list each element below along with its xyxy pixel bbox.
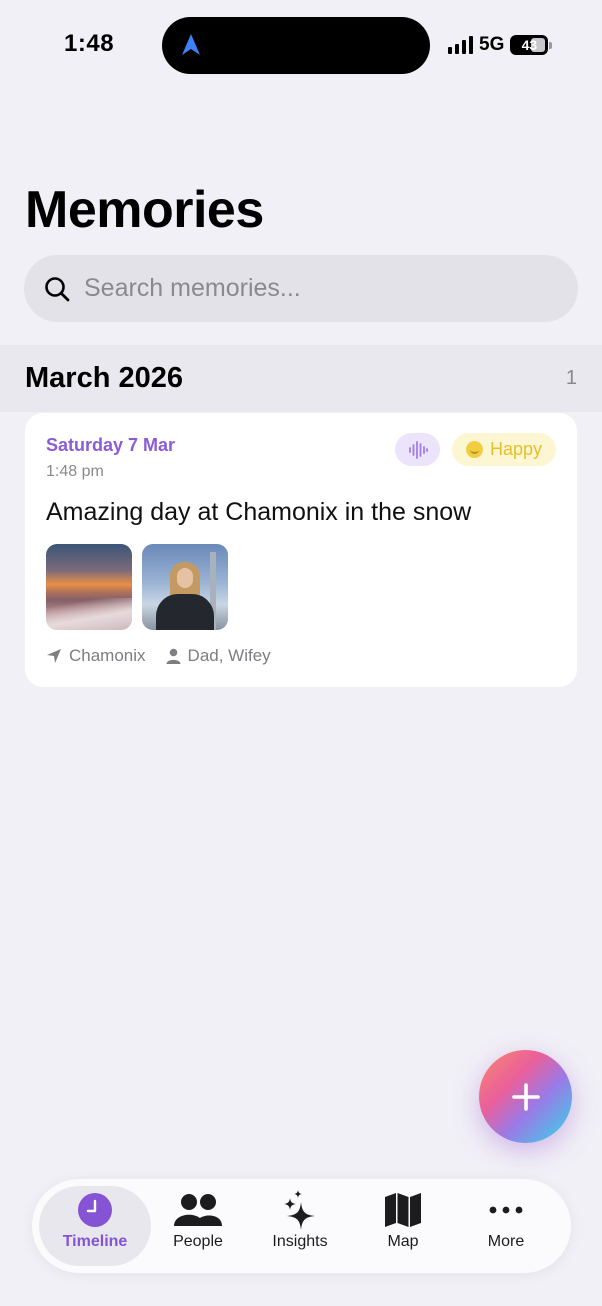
network-type: 5G [479,34,505,55]
tab-insights[interactable]: Insights [244,1186,356,1266]
memory-card[interactable]: Saturday 7 Mar 1:48 pm Happy Amazing day… [25,413,577,687]
mood-badge: Happy [452,433,556,466]
person-icon [166,648,181,664]
status-indicators: 5G 43 [448,32,553,58]
people-label: Dad, Wifey [187,646,271,665]
map-icon [385,1193,421,1227]
tab-timeline[interactable]: Timeline [39,1186,151,1266]
month-section-header: March 2026 1 [0,345,602,412]
add-memory-button[interactable] [479,1050,572,1143]
tab-people[interactable]: People [142,1186,254,1266]
memory-meta: Chamonix Dad, Wifey [46,646,291,666]
person-snow-photo[interactable] [142,544,228,630]
page-title: Memories [25,181,264,239]
tab-label: Map [387,1233,419,1250]
tab-map[interactable]: Map [347,1186,459,1266]
photo-strip [46,544,228,630]
search-icon [45,276,70,301]
search-input[interactable] [84,274,534,303]
memory-time: 1:48 pm [46,463,104,480]
dynamic-island [162,17,430,74]
status-time: 1:48 [64,30,115,57]
tab-label: More [487,1233,525,1250]
battery-icon: 43 [510,35,549,55]
signal-icon [448,36,473,54]
tab-bar: Timeline People Insights Map More [32,1179,571,1273]
clock-icon [78,1193,112,1227]
smiley-icon [465,441,483,458]
month-title: March 2026 [25,362,183,394]
tab-label: Insights [272,1233,328,1250]
waveform-icon [408,440,428,459]
people-meta: Dad, Wifey [166,646,271,666]
audio-badge[interactable] [395,433,440,466]
sunset-mountains-photo[interactable] [46,544,132,630]
mood-label: Happy [489,439,543,459]
ellipsis-icon [489,1206,523,1214]
location-arrow-icon [47,649,61,663]
plus-icon [511,1082,540,1111]
memory-date: Saturday 7 Mar [46,435,176,455]
memory-title: Amazing day at Chamonix in the snow [46,498,472,526]
battery-tip [549,41,553,49]
location-label: Chamonix [69,646,146,665]
sparkles-icon [284,1190,315,1230]
location-meta: Chamonix [46,646,146,666]
navigation-arrow-icon [182,34,200,55]
battery-level: 43 [521,37,538,53]
memory-count: 1 [565,367,577,389]
search-bar[interactable] [24,255,578,322]
tab-label: Timeline [62,1233,128,1250]
people-icon [174,1194,222,1226]
status-bar: 1:48 5G 43 [0,0,602,90]
tab-more[interactable]: More [450,1186,562,1266]
tab-label: People [173,1233,223,1250]
